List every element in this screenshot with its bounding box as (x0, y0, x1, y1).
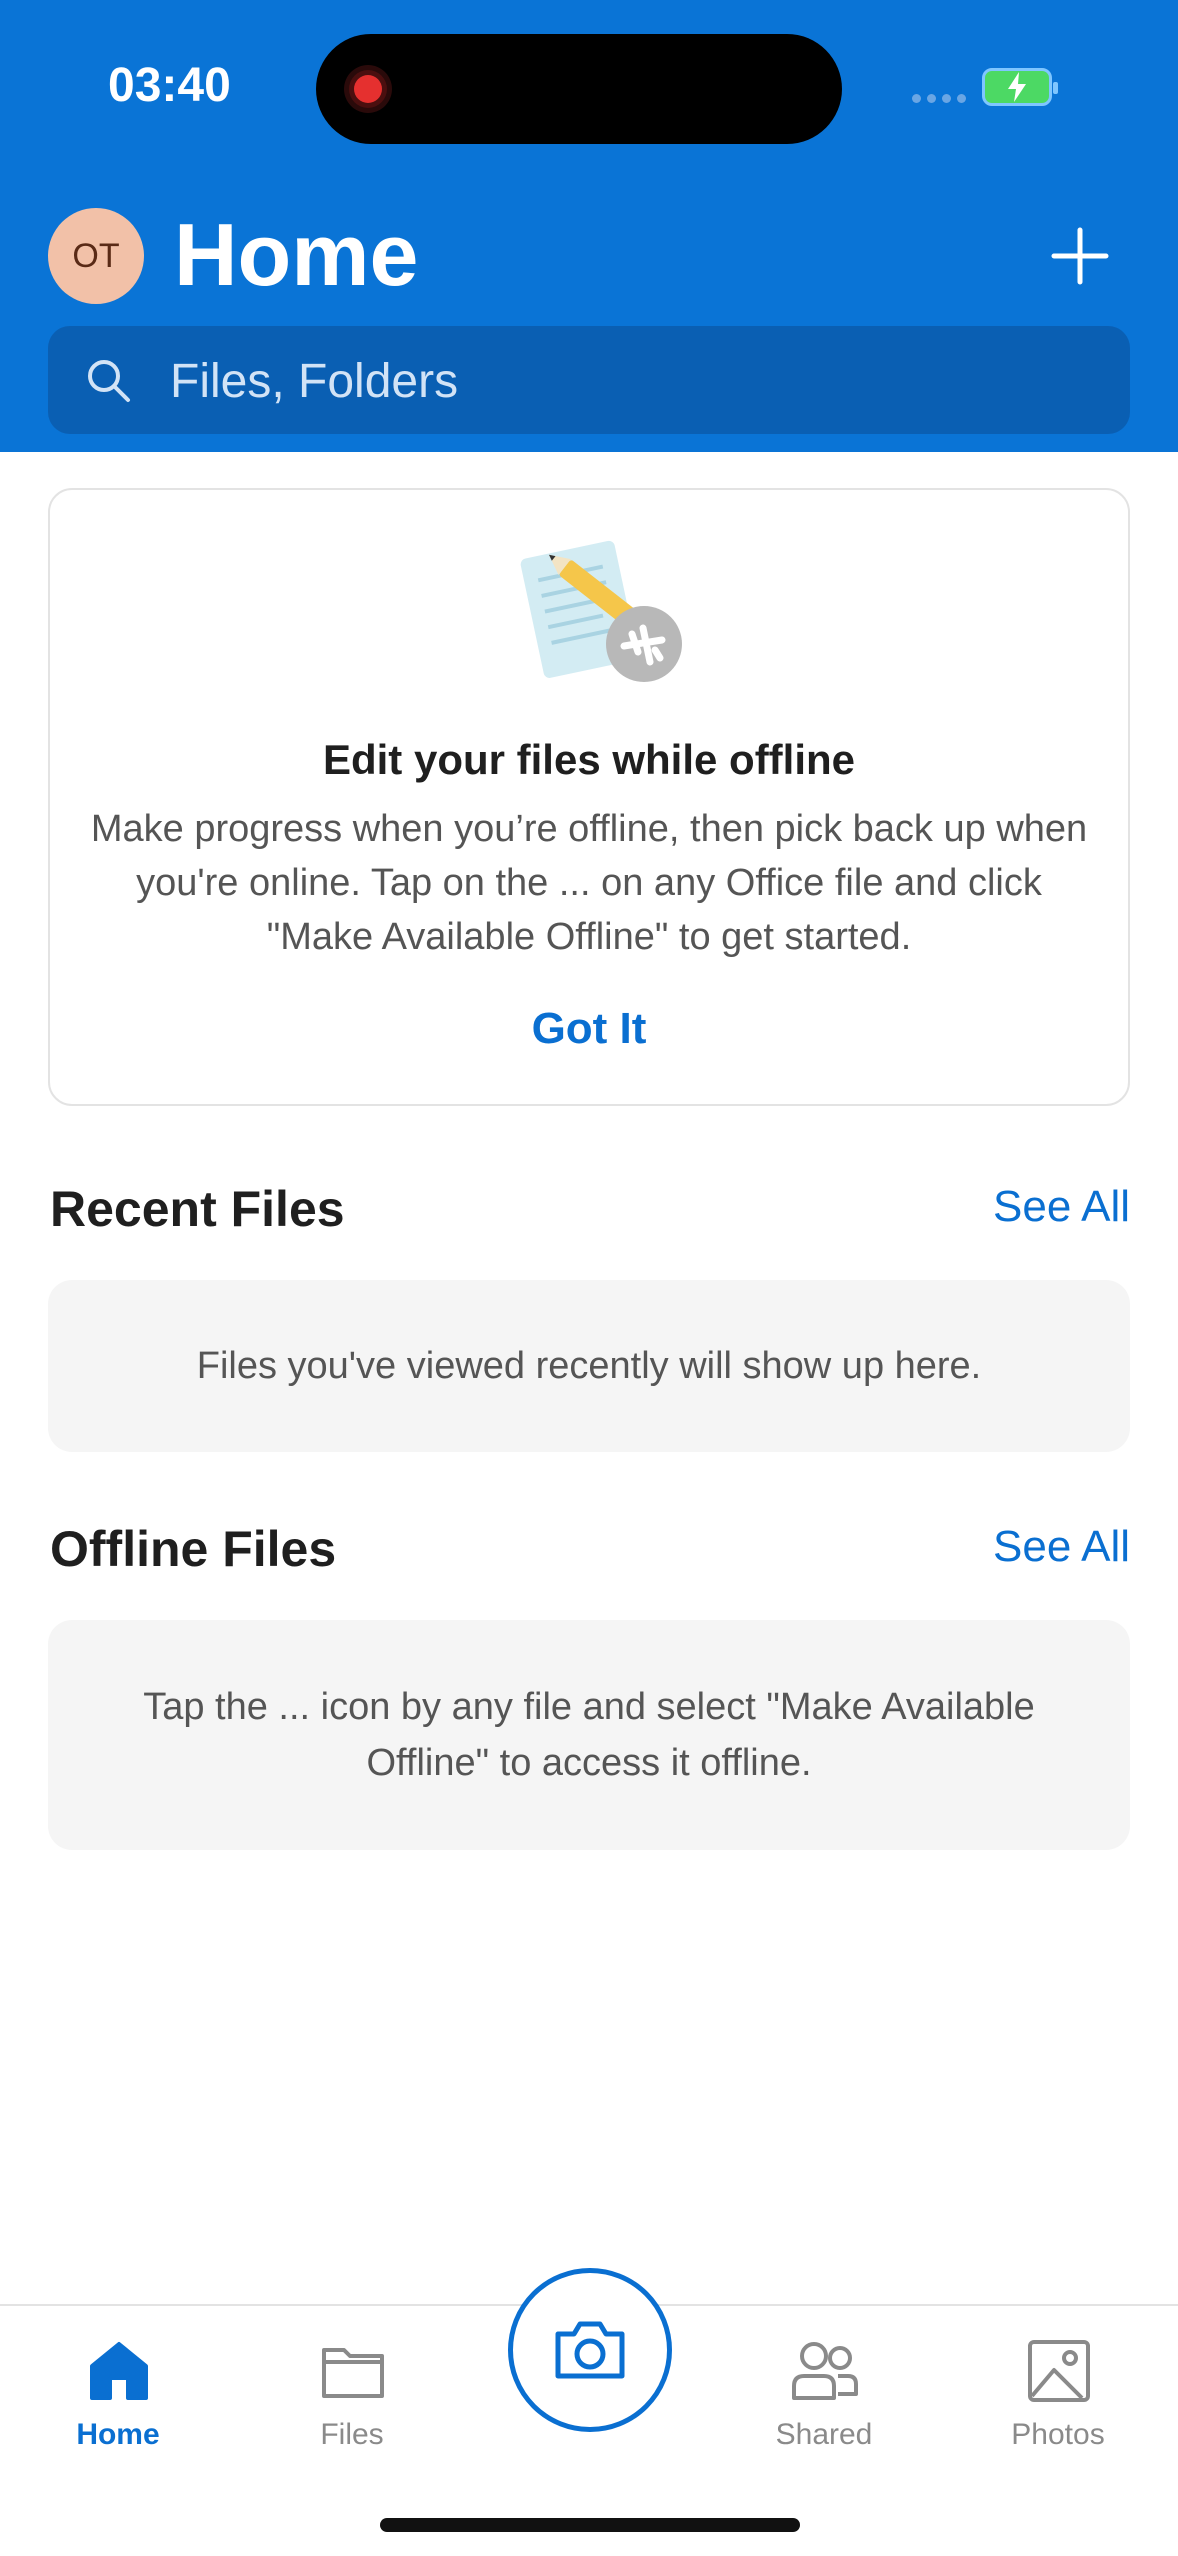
card-title: Edit your files while offline (322, 736, 856, 783)
signal-icon (912, 94, 966, 103)
search-bar[interactable] (48, 326, 1130, 436)
tab-photos-label: Photos (1011, 2418, 1105, 2451)
recent-files-empty-message: Files you've viewed recently will show u… (48, 1280, 1130, 1452)
app-header: 03:40 OT Home (0, 0, 1178, 452)
got-it-button[interactable]: Got It (50, 1004, 1128, 1054)
people-icon (792, 2342, 858, 2400)
tab-photos[interactable]: Photos (958, 2306, 1158, 2466)
battery-charging-icon (982, 68, 1058, 106)
search-icon (88, 360, 130, 402)
tab-home-label: Home (76, 2418, 160, 2451)
avatar[interactable]: OT (48, 208, 144, 304)
offline-edit-illustration-icon (520, 540, 682, 682)
page-title: Home (174, 205, 419, 304)
search-input[interactable] (168, 326, 1072, 436)
card-description: Make progress when you’re offline, then … (90, 808, 1088, 958)
recent-files-title: Recent Files (50, 1181, 345, 1237)
offline-files-empty-message: Tap the ... icon by any file and select … (48, 1620, 1130, 1850)
offline-files-see-all-link[interactable]: See All (993, 1522, 1130, 1572)
offline-tip-card: Edit your files while offline Make progr… (48, 488, 1130, 1106)
photo-icon (1028, 2340, 1090, 2402)
camera-icon (555, 2321, 625, 2379)
status-time: 03:40 (108, 59, 231, 112)
plus-icon (1051, 227, 1109, 285)
home-icon (90, 2342, 148, 2400)
folder-icon (322, 2348, 384, 2398)
offline-files-title: Offline Files (50, 1521, 337, 1577)
camera-scan-button[interactable] (508, 2268, 672, 2432)
tab-shared-label: Shared (775, 2418, 873, 2451)
tab-files[interactable]: Files (252, 2306, 452, 2466)
tab-home[interactable]: Home (18, 2306, 218, 2466)
tab-shared[interactable]: Shared (724, 2306, 924, 2466)
screen-recording-icon (344, 65, 392, 113)
home-indicator (380, 2518, 800, 2532)
dynamic-island (316, 34, 842, 144)
tab-files-label: Files (320, 2418, 384, 2451)
recent-files-see-all-link[interactable]: See All (993, 1182, 1130, 1232)
add-button[interactable] (1050, 226, 1110, 286)
